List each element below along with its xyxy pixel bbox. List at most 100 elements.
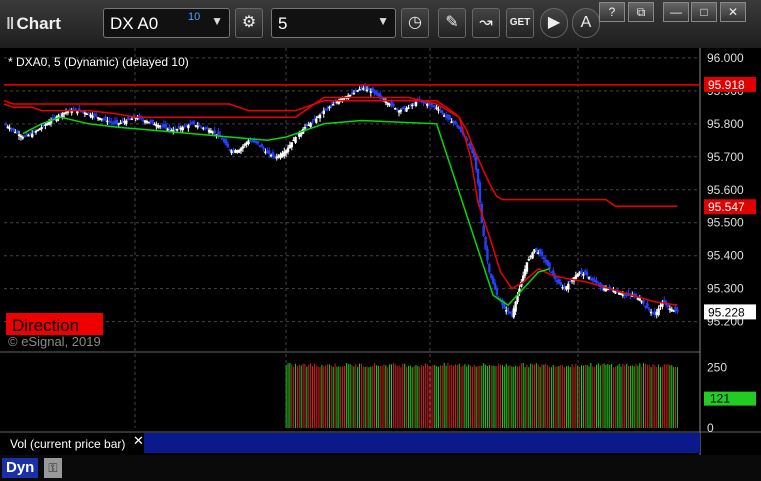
candle-body — [454, 120, 457, 124]
price-chart[interactable]: 96.00095.90095.80095.70095.60095.50095.4… — [0, 48, 761, 455]
gear-icon[interactable]: ⚙ — [235, 8, 263, 38]
candle-body — [508, 312, 512, 314]
minimize-icon[interactable]: — — [663, 2, 689, 22]
candle-body — [125, 120, 128, 125]
candle-body — [205, 127, 209, 130]
candle-body — [318, 114, 322, 119]
candle-body — [433, 105, 436, 108]
candle-body — [275, 156, 278, 159]
lock-icon[interactable]: ⚿ — [44, 458, 62, 478]
candle-body — [213, 130, 216, 134]
candle-body — [175, 129, 179, 131]
candle-body — [648, 308, 651, 311]
candle-body — [448, 115, 452, 120]
candle-body — [4, 123, 8, 126]
candle-body — [256, 141, 260, 144]
candle-body — [322, 110, 325, 114]
window-title: ‖ Chart — [6, 14, 61, 33]
candle-body — [424, 102, 427, 104]
candle-body — [262, 147, 265, 150]
candle-body — [535, 247, 538, 251]
candle-body — [548, 262, 551, 269]
candle-body — [268, 150, 271, 155]
candle-body — [358, 88, 361, 91]
candle-body — [309, 123, 312, 127]
price-level-label: 95.918 — [708, 78, 745, 92]
candle-body — [395, 108, 399, 111]
candle-body — [12, 128, 15, 131]
candle-body — [34, 131, 38, 133]
candle-body — [456, 125, 459, 127]
candle-body — [476, 168, 480, 184]
interval-combo[interactable]: 5 ▼ — [271, 8, 396, 38]
clock-icon[interactable]: ◷ — [401, 8, 429, 38]
help-icon[interactable]: ? — [599, 2, 625, 22]
y-tick-label: 95.300 — [707, 282, 744, 296]
candle-body — [527, 258, 531, 261]
y-tick-label: 95.800 — [707, 117, 744, 131]
study-icon[interactable]: ↝ — [472, 8, 500, 38]
candle-body — [23, 135, 26, 138]
candle-body — [352, 92, 356, 95]
candle-body — [348, 94, 352, 97]
candle-body — [168, 126, 171, 130]
direction-label: Direction — [12, 316, 79, 335]
y-tick-label: 95.500 — [707, 216, 744, 230]
candle-body — [392, 103, 395, 107]
symbol-combo[interactable]: DX A0 10 ▼ — [103, 8, 230, 38]
interval-value: 5 — [278, 14, 288, 33]
candle-body — [576, 273, 579, 277]
get-button[interactable]: GET — [506, 8, 534, 38]
candle-body — [130, 118, 134, 121]
y-tick-label: 95.600 — [707, 183, 744, 197]
candle-body — [495, 288, 499, 296]
candle-body — [585, 272, 589, 276]
play-icon[interactable]: ▶ — [540, 8, 568, 38]
candle-body — [40, 127, 43, 130]
candle-body — [94, 114, 98, 117]
y-tick-label: 95.400 — [707, 249, 744, 263]
symbol-delay-badge: 10 — [188, 11, 201, 23]
maximize-icon[interactable]: □ — [691, 2, 717, 22]
candle-body — [260, 144, 263, 148]
pencil-icon[interactable]: ✎ — [438, 8, 466, 38]
candle-body — [676, 309, 679, 312]
candle-body — [525, 262, 529, 272]
close-icon[interactable]: ✕ — [720, 2, 746, 22]
candle-body — [311, 121, 314, 123]
candle-body — [478, 181, 482, 203]
alert-icon[interactable]: A — [572, 8, 600, 38]
candle-body — [506, 307, 510, 312]
candle-body — [540, 251, 544, 256]
candle-body — [646, 303, 649, 309]
volume-tick-label: 0 — [707, 421, 714, 435]
candle-body — [567, 283, 570, 290]
close-icon[interactable]: ✕ — [133, 433, 144, 448]
restore-icon[interactable]: ⧉ — [628, 2, 654, 22]
candle-body — [119, 122, 122, 125]
candle-body — [290, 142, 294, 148]
candle-body — [331, 104, 335, 106]
symbol-value: DX A0 — [110, 14, 159, 33]
status-strip — [0, 455, 761, 481]
y-tick-label: 95.700 — [707, 150, 744, 164]
volume-panel-label: Vol (current price bar) — [10, 437, 125, 451]
candle-body — [488, 263, 491, 273]
drag-grip-icon[interactable]: ‖ — [6, 14, 15, 33]
candle-body — [241, 146, 245, 149]
candle-body — [491, 276, 495, 284]
candle-body — [6, 126, 9, 128]
candle-body — [399, 109, 403, 112]
candle-body — [595, 280, 598, 284]
candle-body — [542, 257, 546, 259]
candle-body — [27, 135, 30, 137]
volume-tick-label: 250 — [707, 360, 727, 374]
candle-body — [356, 90, 359, 92]
candle-body — [271, 152, 275, 156]
candle-body — [531, 252, 534, 259]
candle-body — [315, 118, 318, 123]
candle-body — [294, 137, 297, 143]
dynamic-mode-label[interactable]: Dyn — [2, 458, 39, 478]
candle-body — [407, 107, 410, 109]
volume-panel — [285, 362, 678, 428]
